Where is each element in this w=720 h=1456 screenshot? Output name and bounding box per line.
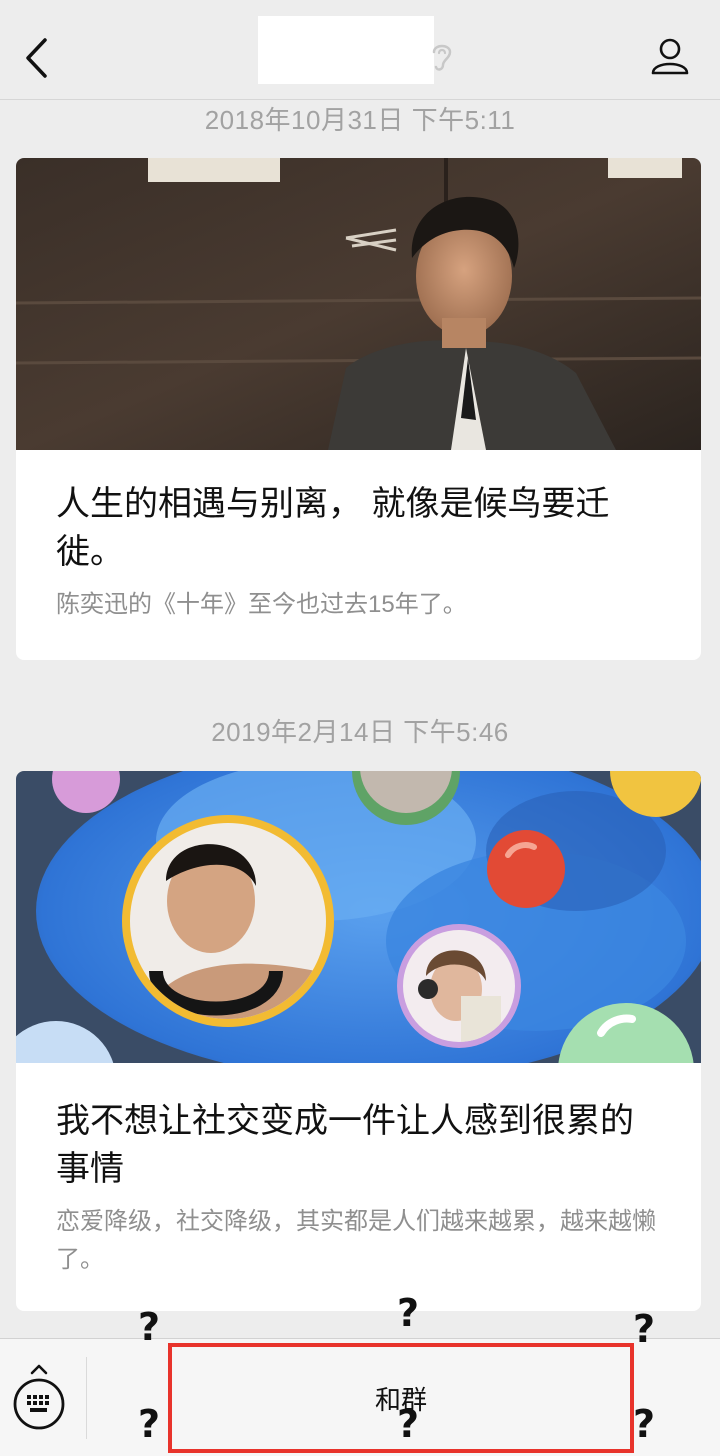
question-mark-annotation: ?: [633, 1402, 656, 1446]
keyboard-icon: [13, 1364, 65, 1430]
article-cover-image: [16, 158, 701, 450]
article-cover-image: [16, 771, 701, 1063]
message-timestamp: 2018年10月31日 下午5:11: [204, 105, 516, 135]
article-card[interactable]: 人生的相遇与别离， 就像是候鸟要迁徙。 陈奕迅的《十年》至今也过去15年了。: [16, 158, 701, 660]
ear-icon: [428, 38, 456, 76]
article-description: 陈奕迅的《十年》至今也过去15年了。: [56, 591, 467, 618]
question-mark-annotation: ?: [138, 1305, 161, 1349]
article-card[interactable]: 我不想让社交变成一件让人感到很累的事情 恋爱降级，社交降级，其实都是人们越来越累…: [16, 771, 701, 1311]
bottom-menu-bar: 和群: [0, 1338, 720, 1456]
article-description: 恋爱降级，社交降级，其实都是人们越来越累，越来越懒了。: [56, 1208, 656, 1273]
redacted-title: [258, 16, 434, 84]
profile-button[interactable]: [644, 32, 696, 80]
question-mark-annotation: ?: [397, 1291, 420, 1335]
message-timestamp: 2019年2月14日 下午5:46: [211, 717, 509, 747]
question-mark-annotation: ?: [633, 1307, 656, 1351]
bar-divider: [86, 1357, 87, 1439]
question-mark-annotation: ?: [397, 1402, 420, 1446]
question-mark-annotation: ?: [138, 1402, 161, 1446]
keyboard-switch-button[interactable]: [10, 1357, 70, 1433]
article-title: 人生的相遇与别离， 就像是候鸟要迁徙。: [56, 485, 610, 571]
chevron-left-icon: [26, 38, 47, 78]
article-title: 我不想让社交变成一件让人感到很累的事情: [56, 1102, 634, 1188]
back-button[interactable]: [14, 30, 58, 86]
nav-bar: [0, 0, 720, 100]
person-icon: [651, 38, 689, 75]
